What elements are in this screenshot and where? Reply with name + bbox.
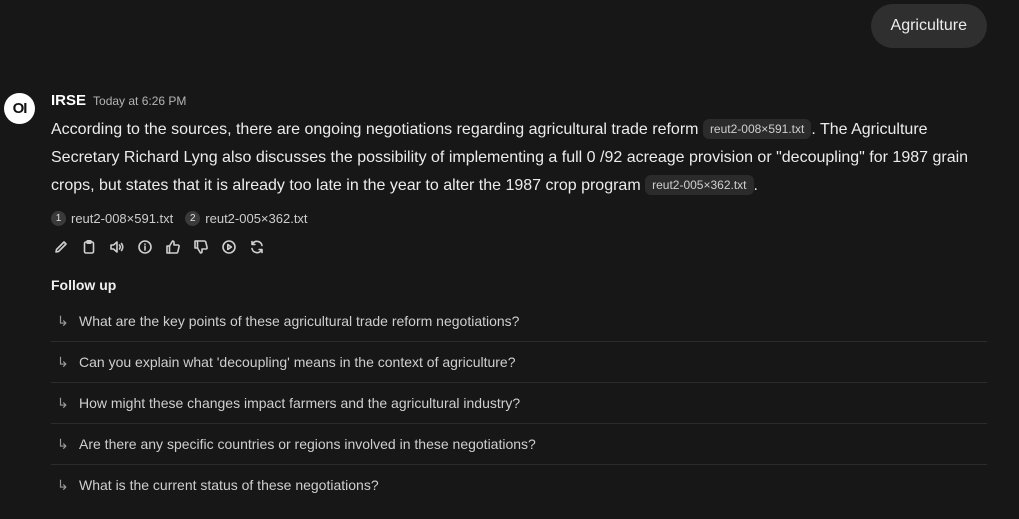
copy-icon [83,239,95,254]
follow-up-item[interactable]: ↳ Are there any specific countries or re… [51,424,987,465]
message-timestamp: Today at 6:26 PM [93,94,187,108]
message-header: IRSE Today at 6:26 PM [51,92,991,114]
follow-up-text: Are there any specific countries or regi… [79,436,536,452]
chat-page: Agriculture OI IRSE Today at 6:26 PM Acc… [0,0,1019,519]
regenerate-button[interactable] [247,237,267,257]
avatar-logo-text: OI [12,100,28,117]
reply-arrow-icon: ↳ [57,476,69,493]
thumbs-up-icon [166,240,180,254]
follow-up-item[interactable]: ↳ Can you explain what 'decoupling' mean… [51,342,987,383]
follow-up-heading: Follow up [51,277,117,293]
read-aloud-button[interactable] [107,237,127,257]
regenerate-icon [251,240,263,254]
message-text-part-3: . [753,177,758,194]
thumbs-up-button[interactable] [163,237,183,257]
follow-up-item[interactable]: ↳ How might these changes impact farmers… [51,383,987,424]
follow-up-item[interactable]: ↳ What are the key points of these agric… [51,301,987,342]
copy-button[interactable] [79,237,99,257]
follow-up-list: ↳ What are the key points of these agric… [51,301,987,505]
continue-icon [222,240,236,254]
message-text-part-1: According to the sources, there are ongo… [51,121,703,138]
source-name: reut2-008×591.txt [71,210,174,226]
read-aloud-icon [110,241,124,253]
source-name: reut2-005×362.txt [205,210,308,226]
message-body: According to the sources, there are ongo… [51,116,991,200]
edit-icon [55,241,67,253]
follow-up-text: Can you explain what 'decoupling' means … [79,354,516,370]
assistant-message: IRSE Today at 6:26 PM According to the s… [51,92,991,505]
user-message-bubble: Agriculture [870,4,987,48]
reply-arrow-icon: ↳ [57,435,69,452]
user-message-text: Agriculture [890,17,967,34]
thumbs-down-button[interactable] [191,237,211,257]
follow-up-text: How might these changes impact farmers a… [79,395,521,411]
edit-button[interactable] [51,237,71,257]
citation-chip-1[interactable]: reut2-008×591.txt [702,119,812,139]
reply-arrow-icon: ↳ [57,394,69,411]
info-button[interactable] [135,237,155,257]
info-icon [138,240,152,254]
message-actions [51,237,991,257]
assistant-avatar: OI [4,93,35,124]
source-item-1[interactable]: 1 reut2-008×591.txt [51,210,174,226]
sources-list: 1 reut2-008×591.txt 2 reut2-005×362.txt [51,208,991,228]
follow-up-item[interactable]: ↳ What is the current status of these ne… [51,465,987,505]
follow-up-text: What are the key points of these agricul… [79,313,520,329]
assistant-name: IRSE [51,92,87,109]
source-number: 1 [51,210,66,226]
citation-chip-2[interactable]: reut2-005×362.txt [645,175,754,195]
reply-arrow-icon: ↳ [57,353,69,370]
source-item-2[interactable]: 2 reut2-005×362.txt [185,210,308,226]
source-number: 2 [185,210,201,226]
thumbs-down-icon [194,240,208,254]
reply-arrow-icon: ↳ [57,312,69,329]
continue-button[interactable] [219,237,239,257]
follow-up-text: What is the current status of these nego… [79,477,379,493]
